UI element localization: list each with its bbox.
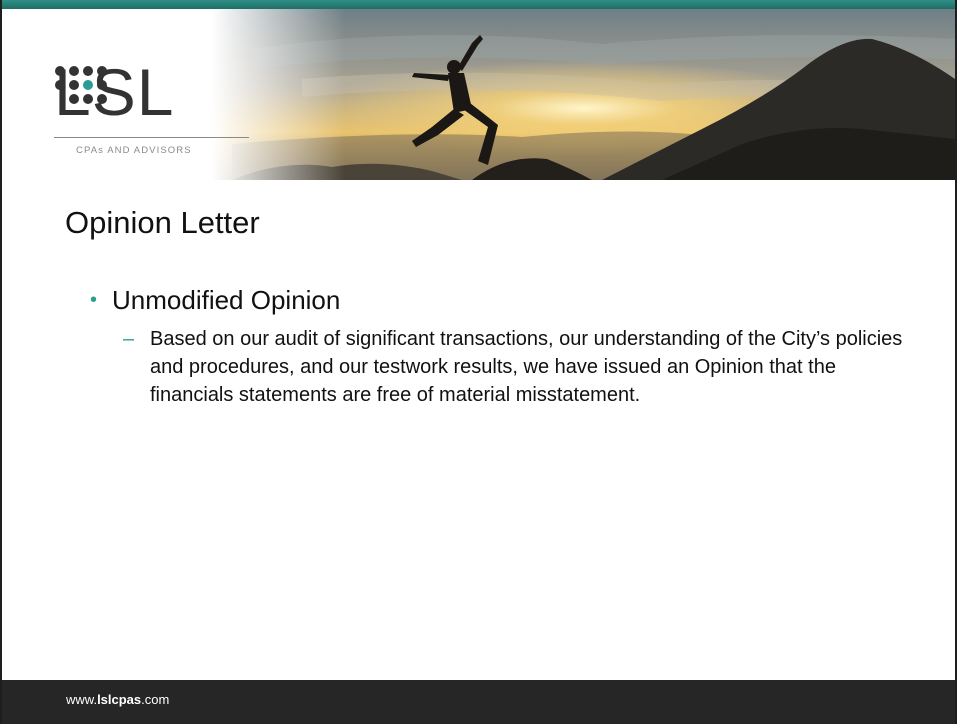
logo-divider (54, 137, 249, 138)
footer-url-suffix: .com (141, 692, 170, 707)
footer-url-prefix: www. (66, 692, 98, 707)
sub-bullet-item: – Based on our audit of significant tran… (123, 325, 940, 409)
logo-tagline: CPAs AND ADVISORS (76, 145, 192, 156)
sub-bullet-text: Based on our audit of significant transa… (150, 328, 903, 406)
company-logo: LSL CPAs AND ADVISORS (54, 57, 254, 165)
top-accent-bar (2, 0, 955, 9)
bullet-item: • Unmodified Opinion (90, 286, 340, 314)
logo-dot-grid-icon (55, 66, 107, 104)
header-banner: LSL CPAs AND ADVISORS (2, 9, 955, 180)
footer-url-domain: lslcpas (97, 692, 142, 707)
round-bullet-icon: • (90, 289, 98, 311)
en-dash-bullet-icon: – (123, 328, 135, 350)
slide-title: Opinion Letter (65, 205, 260, 240)
footer-bar: www.lslcpas.com (2, 680, 955, 724)
bullet-text: Unmodified Opinion (112, 285, 341, 315)
slide: LSL CPAs AND ADVISORS Opinion Letter • U… (0, 0, 957, 724)
footer-website-link[interactable]: www.lslcpas.com (66, 690, 169, 710)
